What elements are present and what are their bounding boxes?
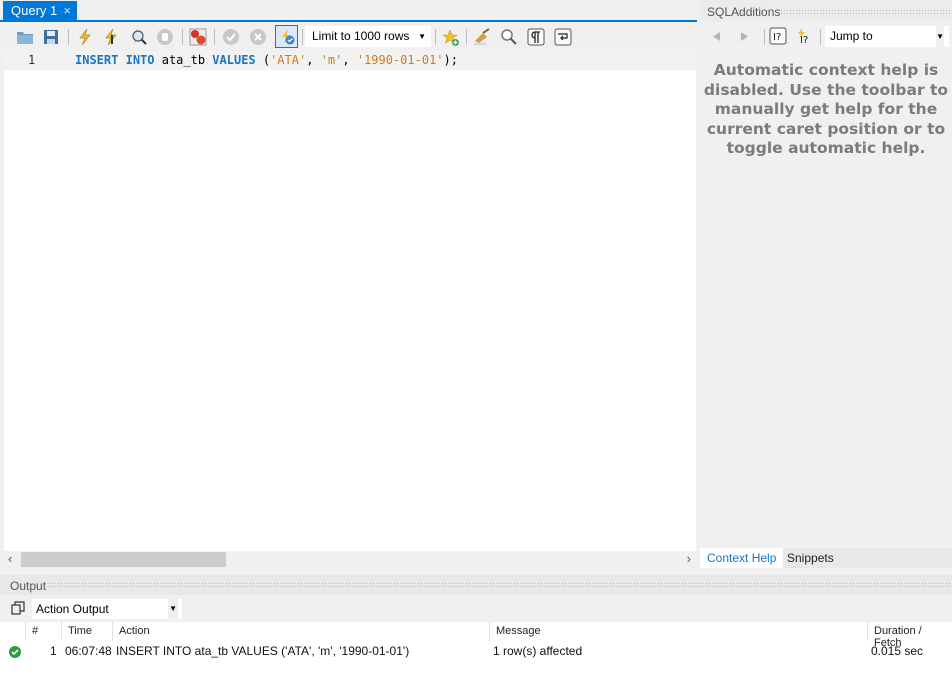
chevron-down-icon: ▼: [418, 32, 426, 41]
editor-line-1[interactable]: 1 INSERT INTO ata_tb VALUES ('ATA', 'm',…: [4, 51, 696, 70]
scrollbar-thumb[interactable]: [21, 552, 226, 567]
manual-help-icon[interactable]: I?: [769, 27, 787, 45]
output-title: Output: [10, 579, 47, 593]
autocommit-icon: [282, 29, 295, 45]
forward-arrow-icon[interactable]: [740, 31, 750, 42]
tab-label: Query 1: [11, 3, 58, 18]
toolbar-separator: [435, 29, 436, 45]
sql-string: '1990-01-01': [356, 53, 444, 67]
column-divider: [867, 622, 868, 641]
context-help-area: Automatic context help is disabled. Use …: [700, 51, 952, 549]
row-message: 1 row(s) affected: [493, 644, 583, 658]
sql-keyword: INTO: [125, 53, 155, 67]
jump-to-value: Jump to: [830, 29, 873, 43]
tab-snippets[interactable]: Snippets: [780, 548, 841, 568]
sql-text: ata_tb: [154, 53, 213, 67]
column-header-action[interactable]: Action: [119, 625, 150, 637]
autocommit-toggle[interactable]: [275, 25, 298, 48]
column-header-message[interactable]: Message: [496, 625, 541, 637]
panel-grip[interactable]: [48, 582, 950, 587]
limit-rows-value: Limit to 1000 rows: [312, 29, 410, 43]
output-toolbar: Action Output ▼: [0, 597, 952, 621]
column-divider: [61, 622, 62, 641]
sql-string: 'ATA': [270, 53, 307, 67]
tab-context-help[interactable]: Context Help: [700, 548, 784, 568]
close-tab-icon[interactable]: ×: [63, 1, 71, 21]
query-tabbar: Query 1 ×: [0, 0, 697, 22]
rollback-icon[interactable]: [249, 28, 267, 46]
invisible-chars-icon[interactable]: [527, 28, 545, 46]
row-duration: 0.015 sec: [871, 644, 924, 658]
chevron-down-icon: ▼: [936, 26, 944, 47]
editor-toolbar: Limit to 1000 rows ▼: [0, 24, 697, 50]
output-type-value: Action Output: [36, 602, 109, 616]
toggle-error-stop-icon[interactable]: [189, 28, 207, 46]
sql-editor-panel: Query 1 × Limit to 1000 rows ▼ 1 INSERT …: [0, 0, 697, 572]
beautify-icon[interactable]: [473, 28, 491, 46]
toolbar-separator: [214, 29, 215, 45]
editor-horizontal-scrollbar[interactable]: ‹ ›: [4, 551, 696, 568]
mysql-workbench-query-window: Query 1 × Limit to 1000 rows ▼ 1 INSERT …: [0, 0, 952, 691]
copy-icon[interactable]: [11, 601, 25, 615]
column-divider: [112, 622, 113, 641]
sql-text: (: [255, 53, 271, 67]
stop-icon[interactable]: [156, 28, 174, 46]
panel-grip[interactable]: [780, 9, 950, 14]
action-output-table: # Time Action Message Duration / Fetch 1…: [0, 622, 952, 691]
sql-additions-title: SQLAdditions: [707, 5, 781, 19]
save-icon[interactable]: [42, 28, 60, 46]
output-type-select[interactable]: Action Output ▼: [32, 599, 182, 619]
line-number: 1: [28, 53, 36, 67]
sql-keyword: VALUES: [212, 53, 256, 67]
back-arrow-icon[interactable]: [711, 31, 721, 42]
tab-query-1[interactable]: Query 1 ×: [3, 1, 77, 22]
add-snippet-icon[interactable]: [442, 29, 460, 47]
toolbar-separator: [302, 29, 303, 45]
svg-text:I?: I?: [773, 32, 781, 43]
scroll-left-icon[interactable]: ‹: [8, 551, 12, 566]
toolbar-separator: [466, 29, 467, 45]
sql-additions-toolbar: I? I? Jump to ▼: [700, 24, 952, 50]
execute-current-icon[interactable]: [102, 28, 120, 46]
word-wrap-icon[interactable]: [554, 28, 572, 46]
explain-icon[interactable]: [129, 28, 147, 46]
sql-text: ,: [342, 53, 357, 67]
find-icon[interactable]: [500, 28, 518, 46]
open-file-icon[interactable]: [16, 28, 34, 46]
column-divider: [489, 622, 490, 641]
context-help-message: Automatic context help is disabled. Use …: [703, 61, 949, 157]
chevron-down-icon: ▼: [168, 599, 178, 619]
sql-additions-header: SQLAdditions: [700, 0, 952, 22]
toolbar-separator: [764, 29, 765, 45]
sql-text: ,: [306, 53, 321, 67]
row-time: 06:07:48: [65, 644, 112, 658]
output-panel: Output Action Output ▼ # Time Action Mes…: [0, 575, 952, 691]
sql-additions-panel: SQLAdditions I? I? Jump to ▼ Automatic c…: [700, 0, 952, 572]
sql-string: 'm': [320, 53, 343, 67]
sql-text: );: [443, 53, 458, 67]
sql-editor[interactable]: 1 INSERT INTO ata_tb VALUES ('ATA', 'm',…: [4, 51, 696, 551]
row-action: INSERT INTO ata_tb VALUES ('ATA', 'm', '…: [116, 644, 410, 658]
execute-icon[interactable]: [76, 28, 94, 46]
commit-icon[interactable]: [222, 28, 240, 46]
row-index: 1: [50, 644, 57, 658]
limit-rows-select[interactable]: Limit to 1000 rows ▼: [305, 26, 431, 47]
toolbar-separator: [182, 29, 183, 45]
toolbar-separator: [68, 29, 69, 45]
toolbar-separator: [820, 29, 821, 45]
output-header: Output: [0, 575, 952, 595]
column-divider: [25, 622, 26, 641]
success-check-icon: [9, 646, 21, 658]
sql-code[interactable]: INSERT INTO ata_tb VALUES ('ATA', 'm', '…: [75, 53, 458, 67]
scroll-right-icon[interactable]: ›: [687, 551, 691, 566]
auto-help-icon[interactable]: I?: [795, 27, 813, 45]
svg-text:I?: I?: [800, 35, 808, 45]
column-header-index[interactable]: #: [32, 625, 38, 637]
sql-additions-tabs: Context Help Snippets: [700, 548, 952, 568]
jump-to-select[interactable]: Jump to ▼: [825, 26, 949, 47]
sql-keyword: INSERT: [75, 53, 119, 67]
column-header-time[interactable]: Time: [68, 625, 92, 637]
